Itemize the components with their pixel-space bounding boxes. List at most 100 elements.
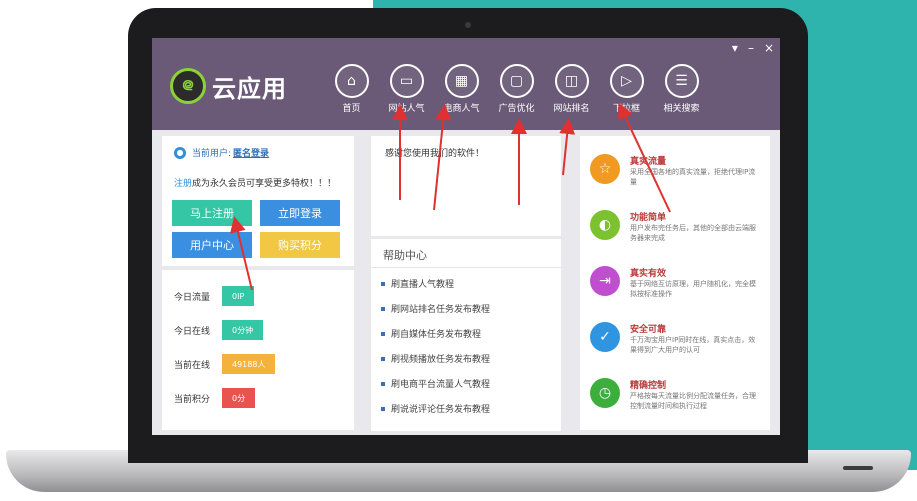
help-link[interactable]: 刷自媒体任务发布教程	[381, 327, 481, 340]
help-link-label: 刷视频播放任务发布教程	[391, 355, 491, 365]
help-center-title: 帮助中心	[383, 249, 427, 262]
feature-title: 功能简单	[630, 213, 667, 223]
feature-title: 真实流量	[630, 157, 667, 167]
star-icon: ☆	[590, 154, 620, 184]
promo-message: 成为永久会员可享受更多特权！！！	[192, 179, 337, 189]
feature-item: ◷ 精确控制 严格按每天流量比例分配流量任务，合理控制流量时间和执行过程	[590, 378, 760, 411]
current-user-label: 当前用户:	[192, 149, 232, 159]
current-user: ● 当前用户: 匿名登录	[174, 146, 269, 159]
stat-badge: 0IP	[222, 286, 255, 306]
help-link-label: 刷说说评论任务发布教程	[391, 405, 491, 415]
shield-icon: ✓	[590, 322, 620, 352]
help-link[interactable]: 刷网站排名任务发布教程	[381, 302, 490, 315]
bullet-icon	[381, 406, 385, 411]
help-link-label: 刷网站排名任务发布教程	[391, 305, 491, 315]
bullet-icon	[381, 356, 385, 361]
feature-item: ✓ 安全可靠 千万淘宝用户IP同时在线，真实点击，效果得到广大用户的认可	[590, 322, 760, 355]
minimize-icon[interactable]: –	[748, 41, 754, 55]
stat-row: 当前积分 0分	[174, 388, 256, 408]
main-nav: ⌂ 首页 ▭ 网站人气 ▦ 电商人气 ▢ 广告优化 ◫ 网站排名 ▷ 下拉框 ☰ 相关搜索	[324, 64, 709, 114]
laptop-base-slot	[843, 466, 873, 470]
feature-desc: 千万淘宝用户IP同时在线，真实点击，效果得到广大用户的认可	[630, 336, 756, 354]
feature-title: 安全可靠	[630, 325, 667, 335]
stats-panel: 今日流量 0IP 今日在线 0分钟 当前在线 49188人 当前积分 0分	[162, 270, 354, 430]
logo-icon: ᪤	[170, 68, 206, 104]
divider	[371, 267, 561, 268]
nav-label: 网站排名	[553, 104, 590, 114]
exit-icon: ⇥	[590, 266, 620, 296]
store-icon: ▦	[444, 64, 479, 98]
feature-desc: 基于网络互访原理，用户随机化，完全模拟按标准操作	[630, 280, 756, 298]
list-icon: ☰	[664, 64, 699, 98]
nav-ad-optimize[interactable]: ▢ 广告优化	[489, 64, 544, 114]
nav-label: 电商人气	[443, 104, 480, 114]
buy-points-button[interactable]: 购买积分	[260, 232, 340, 258]
monitor-icon: ▭	[389, 64, 424, 98]
promo-text: 注册成为永久会员可享受更多特权！！！	[174, 176, 336, 189]
menu-icon[interactable]: ▾	[732, 41, 738, 55]
app-header: ▾ – × ᪤ 云应用 ⌂ 首页 ▭ 网站人气 ▦ 电商人气 ▢ 广告优化 ◫ 网站排名 …	[152, 38, 780, 130]
nav-label: 首页	[342, 104, 361, 114]
register-button[interactable]: 马上注册	[172, 200, 252, 226]
stat-row: 当前在线 49188人	[174, 354, 276, 374]
help-link[interactable]: 刷说说评论任务发布教程	[381, 402, 490, 415]
chart-icon: ◫	[554, 64, 589, 98]
help-link[interactable]: 刷视频播放任务发布教程	[381, 352, 490, 365]
app-logo: ᪤ 云应用	[170, 68, 287, 104]
feature-item: ☆ 真实流量 采用全国各地的真实流量，拒绝代理IP流量	[590, 154, 760, 187]
video-icon: ▷	[609, 64, 644, 98]
feature-desc: 用户发布完任务后，其他的全部由云端服务器来完成	[630, 224, 756, 242]
nav-label: 网站人气	[388, 104, 425, 114]
stat-row: 今日在线 0分钟	[174, 320, 264, 340]
nav-label: 广告优化	[498, 104, 535, 114]
help-link-label: 刷电商平台流量人气教程	[391, 380, 491, 390]
help-link[interactable]: 刷直播人气教程	[381, 277, 454, 290]
nav-label: 下拉框	[612, 104, 640, 114]
stat-row: 今日流量 0IP	[174, 286, 255, 306]
nav-home[interactable]: ⌂ 首页	[324, 64, 379, 114]
bullet-icon	[381, 306, 385, 311]
welcome-message: 感谢您使用我们的软件！	[385, 149, 485, 159]
bullet-icon	[381, 331, 385, 336]
features-panel: ☆ 真实流量 采用全国各地的真实流量，拒绝代理IP流量 ◐ 功能简单 用户发布完任务…	[580, 136, 770, 430]
feature-item: ⇥ 真实有效 基于网络互访原理，用户随机化，完全模拟按标准操作	[590, 266, 760, 299]
user-center-button[interactable]: 用户中心	[172, 232, 252, 258]
window-controls: ▾ – ×	[732, 41, 774, 55]
stat-badge: 0分钟	[222, 320, 264, 340]
help-link[interactable]: 刷电商平台流量人气教程	[381, 377, 490, 390]
feature-desc: 严格按每天流量比例分配流量任务，合理控制流量时间和执行过程	[630, 392, 756, 410]
nav-ecommerce[interactable]: ▦ 电商人气	[434, 64, 489, 114]
nav-site-ranking[interactable]: ◫ 网站排名	[544, 64, 599, 114]
stat-label: 今日在线	[174, 326, 211, 337]
feature-item: ◐ 功能简单 用户发布完任务后，其他的全部由云端服务器来完成	[590, 210, 760, 243]
help-center-panel: 帮助中心 刷直播人气教程 刷网站排名任务发布教程 刷自媒体任务发布教程 刷视频播…	[371, 239, 561, 431]
nav-label: 相关搜索	[663, 104, 700, 114]
stat-badge: 49188人	[222, 354, 276, 374]
feature-title: 精确控制	[630, 381, 667, 391]
welcome-panel: 感谢您使用我们的软件！	[371, 136, 561, 236]
register-link[interactable]: 注册	[174, 179, 192, 189]
bullet-icon	[381, 281, 385, 286]
nav-dropdown[interactable]: ▷ 下拉框	[599, 64, 654, 114]
mouse-icon: ◐	[590, 210, 620, 240]
nav-related-search[interactable]: ☰ 相关搜索	[654, 64, 709, 114]
help-link-label: 刷直播人气教程	[391, 280, 455, 290]
stat-label: 当前积分	[174, 394, 211, 405]
stat-label: 当前在线	[174, 360, 211, 371]
nav-site-traffic[interactable]: ▭ 网站人气	[379, 64, 434, 114]
current-user-value[interactable]: 匿名登录	[233, 146, 269, 159]
feature-title: 真实有效	[630, 269, 667, 279]
bullet-icon	[381, 381, 385, 386]
clock-icon: ◷	[590, 378, 620, 408]
stat-label: 今日流量	[174, 292, 211, 303]
image-icon: ▢	[499, 64, 534, 98]
help-link-label: 刷自媒体任务发布教程	[391, 330, 482, 340]
home-icon: ⌂	[334, 64, 369, 98]
feature-desc: 采用全国各地的真实流量，拒绝代理IP流量	[630, 168, 756, 186]
app-name: 云应用	[212, 74, 287, 103]
close-icon[interactable]: ×	[764, 41, 774, 55]
login-button[interactable]: 立即登录	[260, 200, 340, 226]
app-window: ▾ – × ᪤ 云应用 ⌂ 首页 ▭ 网站人气 ▦ 电商人气 ▢ 广告优化 ◫ 网站排名 …	[152, 38, 780, 435]
user-icon: ●	[174, 146, 186, 159]
account-panel: ● 当前用户: 匿名登录 注册成为永久会员可享受更多特权！！！ 马上注册 立即登…	[162, 136, 354, 266]
